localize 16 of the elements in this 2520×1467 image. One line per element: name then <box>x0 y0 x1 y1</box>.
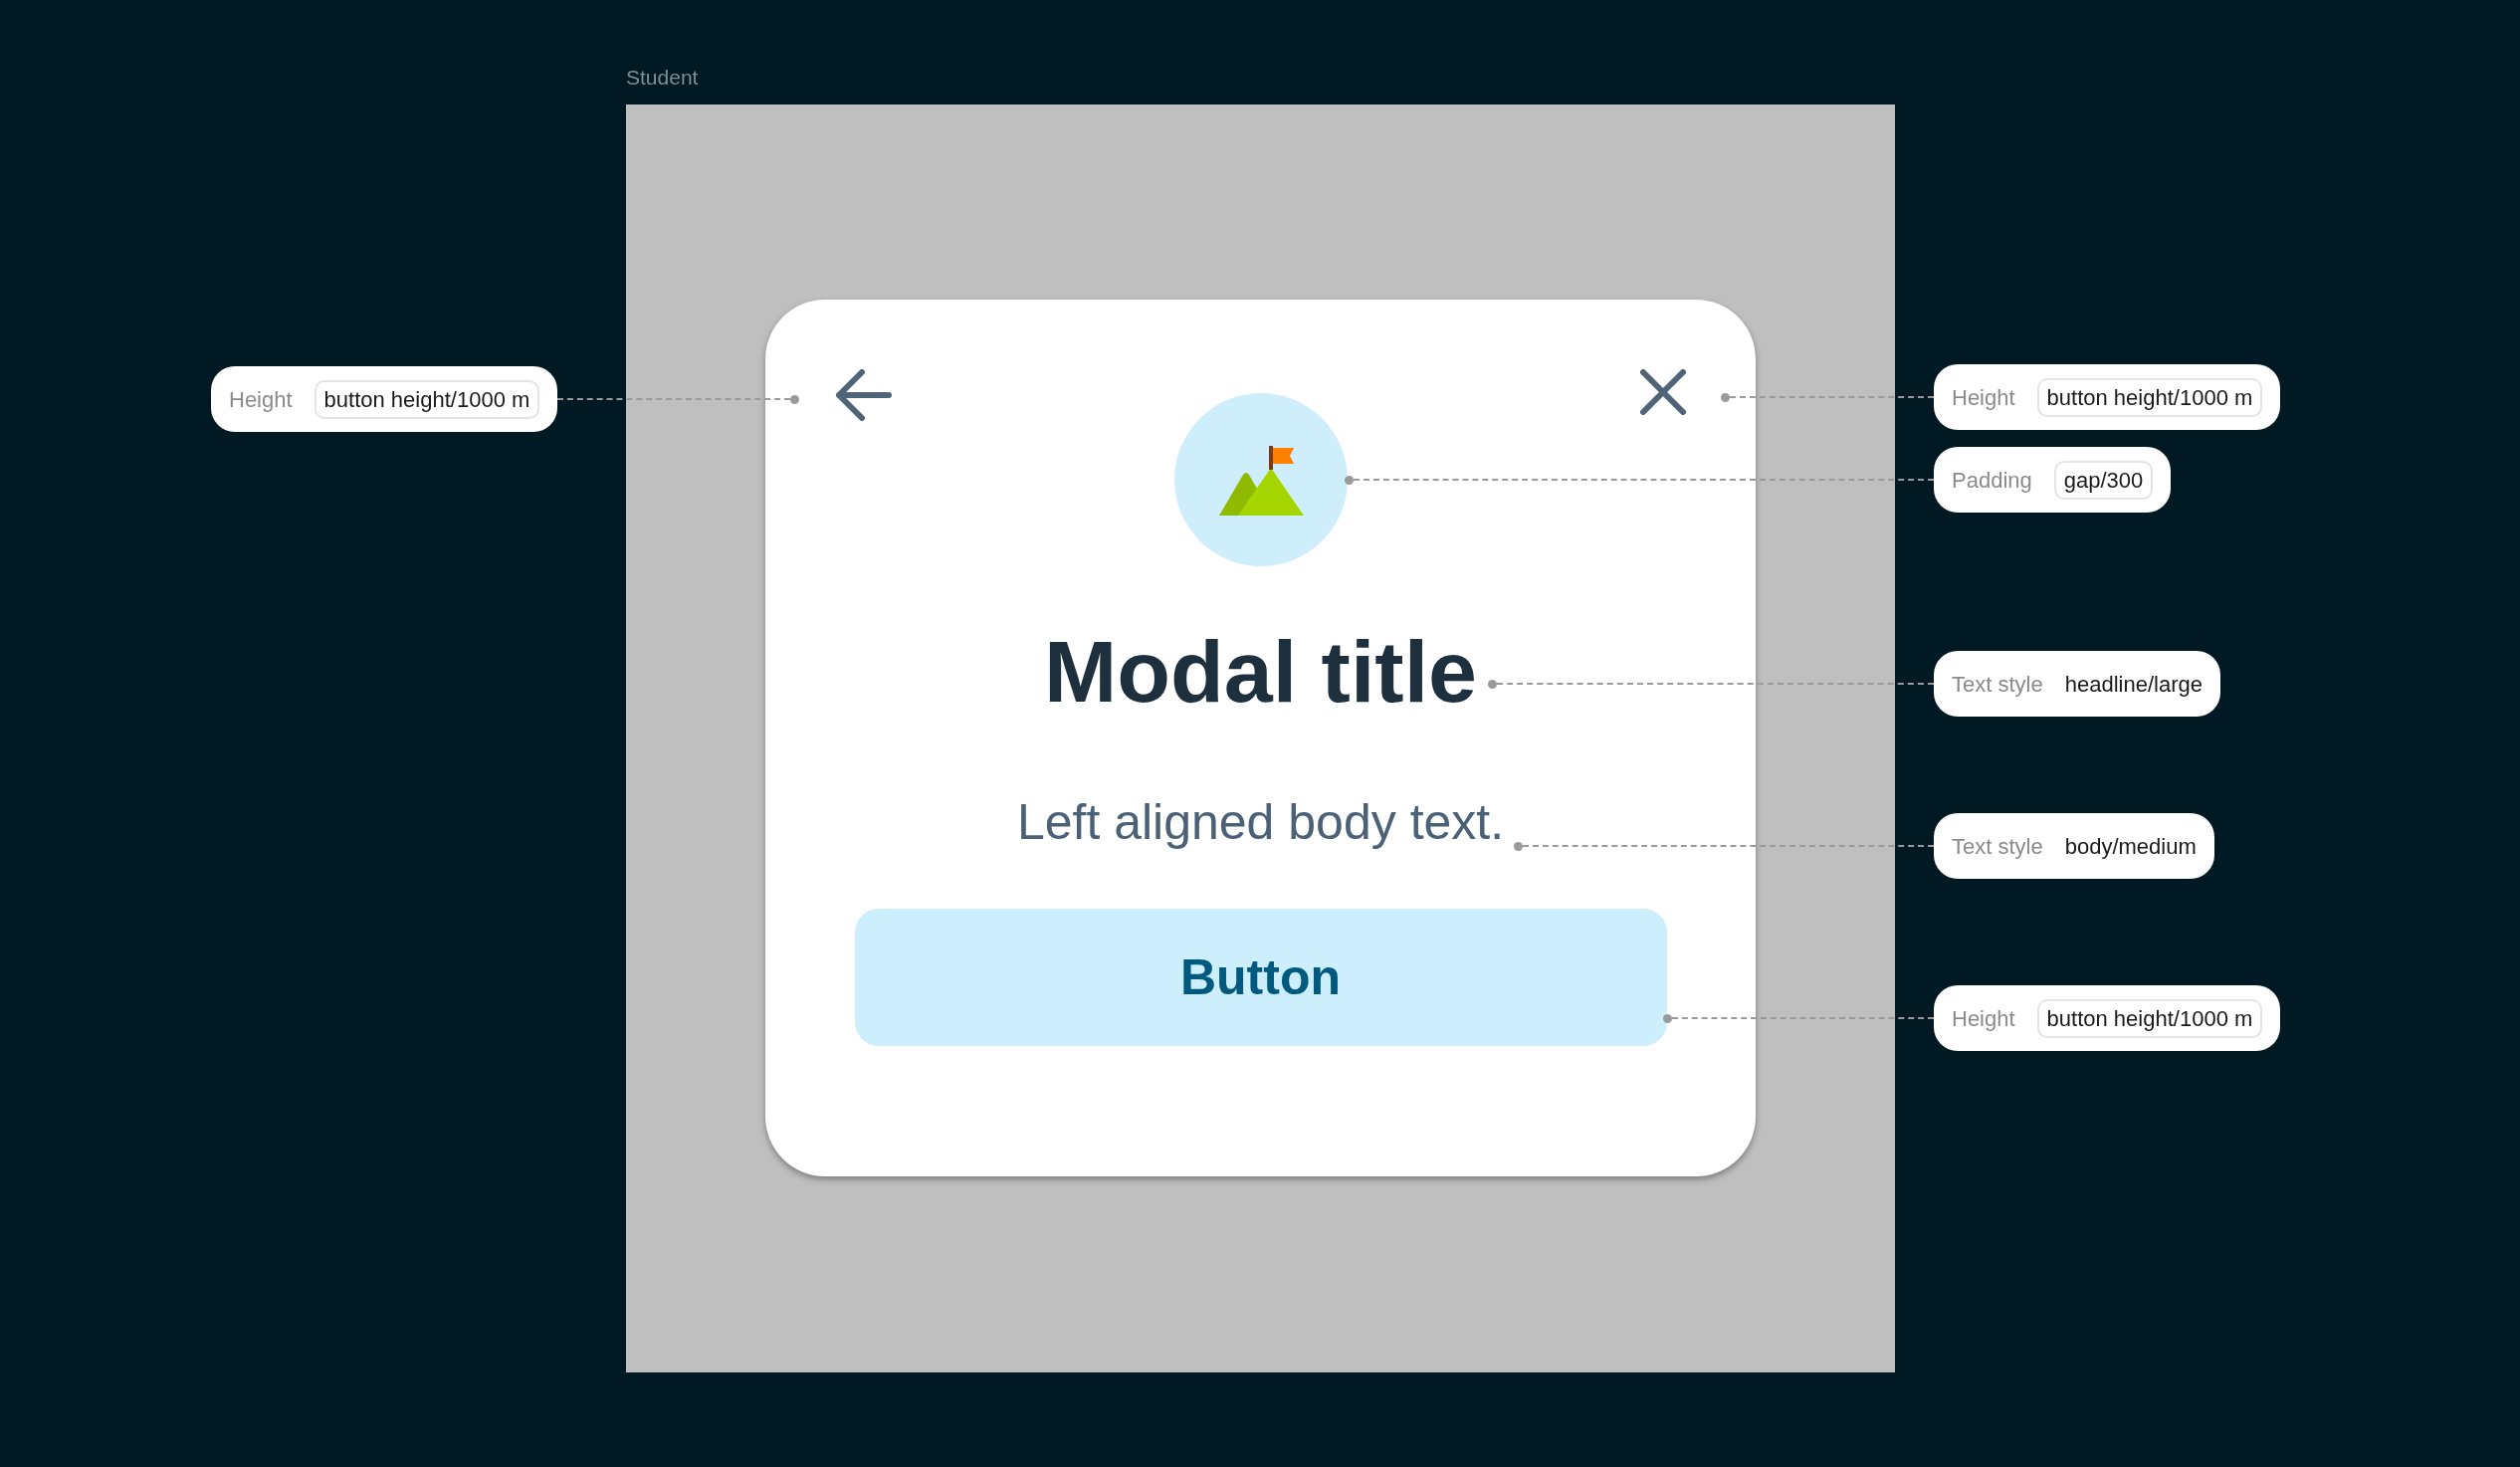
frame-label: Student <box>626 65 699 91</box>
annotation-value: button height/1000 m <box>2036 998 2263 1038</box>
annotation-value: button height/1000 m <box>314 379 540 419</box>
annotation-value: body/medium <box>2064 832 2197 861</box>
annotation-label: Height <box>1952 383 2015 412</box>
annotation-value: gap/300 <box>2053 460 2154 500</box>
annotation-label: Height <box>1952 1004 2015 1033</box>
annotation-label: Height <box>229 385 293 414</box>
annotation-label: Text style <box>1952 670 2043 699</box>
annotation-value: button height/1000 m <box>2036 377 2263 417</box>
modal-title: Modal title <box>1043 628 1478 716</box>
annotation-label: Padding <box>1952 466 2032 495</box>
annotation-label: Text style <box>1952 832 2043 861</box>
annotation-value: headline/large <box>2064 670 2203 699</box>
primary-button[interactable]: Button <box>854 909 1667 1046</box>
body-text: Left aligned body text. <box>1016 797 1505 847</box>
